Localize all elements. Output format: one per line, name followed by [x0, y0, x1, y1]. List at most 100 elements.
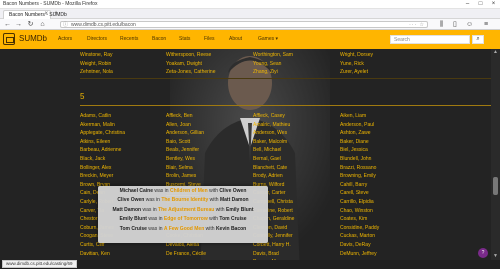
actor-link[interactable]: Davis, DeRay	[340, 241, 440, 250]
library-icon[interactable]: ⫼	[440, 20, 443, 29]
nav-games-dropdown[interactable]: Games ▾	[258, 35, 278, 43]
actor-link[interactable]: Chao, Winston	[340, 207, 440, 216]
actor-link[interactable]: Black, Jack	[80, 155, 180, 164]
actor-link[interactable]: Bell, Michael	[253, 146, 353, 155]
actor-link[interactable]: Zurer, Ayelet	[340, 68, 440, 77]
actor-link[interactable]: Weight, Robin	[80, 60, 180, 69]
actor-link[interactable]: Young, Sean	[253, 60, 353, 69]
nav-files[interactable]: Files	[204, 35, 215, 43]
actor-link[interactable]: Campbell, Christa	[253, 198, 353, 207]
actor-link[interactable]: Applegate, Christina	[80, 129, 180, 138]
actor-link[interactable]: Witherspoon, Reese	[166, 51, 266, 60]
actor-link[interactable]: Anderson, Gillian	[166, 129, 266, 138]
actor-link[interactable]: Yune, Rick	[340, 60, 440, 69]
path-film[interactable]: The Bourne Identity	[161, 197, 208, 203]
film-logo-icon[interactable]	[3, 33, 15, 45]
nav-directors[interactable]: Directors	[87, 35, 107, 43]
path-actor[interactable]: Tom Cruise	[219, 216, 246, 222]
path-actor[interactable]: Matt Damon	[112, 207, 141, 213]
back-icon[interactable]: ←	[3, 20, 12, 29]
actor-link[interactable]: Davitian, Ken	[80, 250, 180, 259]
new-tab-icon[interactable]: +	[54, 10, 58, 18]
forward-icon[interactable]: →	[14, 20, 23, 29]
path-actor[interactable]: Emily Blunt	[226, 207, 254, 213]
nav-recents[interactable]: Recents	[120, 35, 138, 43]
path-film[interactable]: Children of Men	[170, 188, 208, 194]
actor-link[interactable]: Worthington, Sam	[253, 51, 353, 60]
actor-link[interactable]: Caesar, Carter	[253, 189, 353, 198]
actor-link[interactable]: Baker, Diane	[340, 138, 440, 147]
reload-icon[interactable]: ↻	[26, 20, 35, 29]
account-icon[interactable]: ☺	[466, 20, 473, 29]
actor-link[interactable]: Brody, Adrien	[253, 172, 353, 181]
path-film[interactable]: The Adjustment Bureau	[158, 207, 214, 213]
path-actor[interactable]: Clive Owen	[219, 188, 246, 194]
actor-link[interactable]: Bernal, Gael	[253, 155, 353, 164]
actor-link[interactable]: Davis, Brad	[253, 250, 353, 259]
path-actor[interactable]: Matt Damon	[220, 197, 249, 203]
path-actor[interactable]: Tom Cruise	[120, 226, 147, 232]
actor-link[interactable]: Amalric, Mathieu	[253, 121, 353, 130]
actor-link[interactable]: Carradine, Robert	[253, 207, 353, 216]
actor-link[interactable]: Carell, Steve	[340, 189, 440, 198]
actor-link[interactable]: Carrillo, Elpidia	[340, 198, 440, 207]
minimize-icon[interactable]: –	[461, 0, 474, 8]
hamburger-menu-icon[interactable]: ≡	[484, 20, 488, 29]
nav-about[interactable]: About	[229, 35, 242, 43]
actor-link[interactable]: Zeta-Jones, Catherine	[166, 68, 266, 77]
path-actor[interactable]: Michael Caine	[120, 188, 153, 194]
actor-link[interactable]: Considine, Paddy	[340, 224, 440, 233]
address-bar[interactable]: ⓘ www.dimdb.cs.pitt.edu/bacon ··· ☆	[60, 21, 428, 28]
actor-link[interactable]: Anderson, Wes	[253, 129, 353, 138]
scrollbar-thumb[interactable]	[493, 177, 498, 195]
actor-link[interactable]: Adams, Catlin	[80, 112, 180, 121]
search-button[interactable]: ⌕	[472, 35, 484, 44]
actor-link[interactable]: Winstone, Ray	[80, 51, 180, 60]
actor-link[interactable]: Breckin, Meyer	[80, 172, 180, 181]
actor-link[interactable]: Wright, Dorsey	[340, 51, 440, 60]
nav-bacon[interactable]: Bacon	[152, 35, 166, 43]
actor-link[interactable]: Corbett, Harry H.	[253, 241, 353, 250]
actor-link[interactable]: Bentley, Wes	[166, 155, 266, 164]
actor-link[interactable]: De France, Cécile	[166, 250, 266, 259]
home-icon[interactable]: ⌂	[38, 20, 47, 29]
actor-link[interactable]: DeMunn, Jeffrey	[340, 250, 440, 259]
actor-link[interactable]: Ashton, Zawe	[340, 129, 440, 138]
actor-link[interactable]: Chaplin, Geraldine	[253, 215, 353, 224]
actor-link[interactable]: Baio, Scott	[166, 138, 266, 147]
actor-link[interactable]: Browning, Emily	[340, 172, 440, 181]
actor-link[interactable]: Affleck, Ben	[166, 112, 266, 121]
actor-link[interactable]: Yoakam, Dwight	[166, 60, 266, 69]
actor-link[interactable]: Cahill, Barry	[340, 181, 440, 190]
path-film[interactable]: Edge of Tomorrow	[164, 216, 208, 222]
scrollbar[interactable]: ▲ ▼	[491, 49, 500, 260]
actor-link[interactable]: Aiken, Liam	[340, 112, 440, 121]
help-bubble-icon[interactable]: ?	[478, 248, 488, 258]
actor-link[interactable]: Baker, Malcolm	[253, 138, 353, 147]
actor-link[interactable]: Bollinger, Alex	[80, 164, 180, 173]
search-input[interactable]	[390, 35, 470, 44]
actor-link[interactable]: Coates, Kim	[340, 215, 440, 224]
actor-link[interactable]: Brazzi, Rossano	[340, 164, 440, 173]
bookmark-star-icon[interactable]: ··· ☆	[409, 22, 425, 28]
actor-link[interactable]: Zhang, Ziyi	[253, 68, 353, 77]
actor-link[interactable]: Beals, Jennifer	[166, 146, 266, 155]
actor-link[interactable]: Blundell, John	[340, 155, 440, 164]
scroll-up-icon[interactable]: ▲	[491, 49, 500, 56]
nav-actors[interactable]: Actors	[58, 35, 72, 43]
tab-close-icon[interactable]: ×	[44, 11, 48, 18]
site-logo[interactable]: SUMDb	[19, 34, 47, 44]
actor-link[interactable]: Zehntner, Nola	[80, 68, 180, 77]
path-actor[interactable]: Kevin Bacon	[216, 226, 246, 232]
scroll-down-icon[interactable]: ▼	[491, 253, 500, 260]
actor-link[interactable]: Blair, Selma	[166, 164, 266, 173]
actor-link[interactable]: Brolin, James	[166, 172, 266, 181]
actor-link[interactable]: Barbeau, Adrienne	[80, 146, 180, 155]
actor-link[interactable]: Anderson, Paul	[340, 121, 440, 130]
actor-link[interactable]: Allen, Joan	[166, 121, 266, 130]
browser-tab[interactable]: Bacon Numbers - SUMDb ×	[3, 10, 67, 19]
actor-link[interactable]: Connolly, Jennifer	[253, 232, 353, 241]
actor-link[interactable]: Blanchett, Cate	[253, 164, 353, 173]
close-window-icon[interactable]: ×	[487, 0, 500, 8]
actor-link[interactable]: Biel, Jessica	[340, 146, 440, 155]
